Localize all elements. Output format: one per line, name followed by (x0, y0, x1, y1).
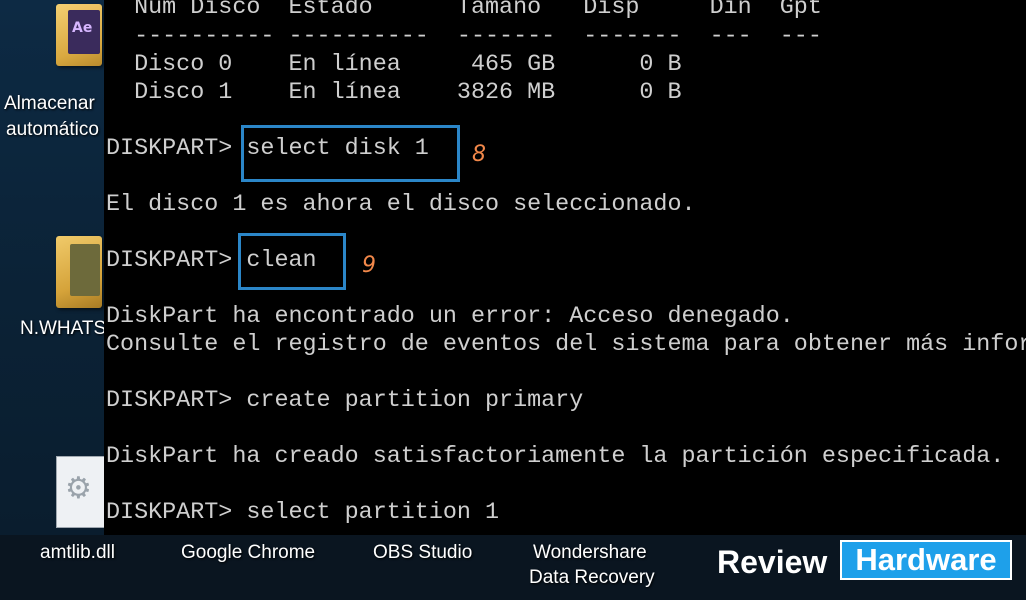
dll-file-icon[interactable]: ⚙ (56, 456, 106, 528)
table-row: Disco 0 En línea 465 GB 0 B (106, 52, 682, 78)
desktop-icon-wondershare[interactable]: Wondershare (533, 541, 647, 565)
gear-icon: ⚙ (65, 471, 92, 506)
highlight-box-clean (238, 233, 346, 290)
desktop-icon-obs-studio[interactable]: OBS Studio (373, 541, 472, 565)
highlight-box-select-disk (241, 125, 460, 182)
desktop-icon-label[interactable]: N.WHATS (20, 318, 106, 340)
folder-icon[interactable] (56, 236, 102, 308)
console-output-line: El disco 1 es ahora el disco seleccionad… (106, 192, 696, 218)
console-command-line: DISKPART> create partition primary (106, 388, 584, 414)
ae-badge: Ae (72, 20, 93, 36)
cmd-console-window[interactable]: Núm Disco Estado Tamaño Disp Din Gpt ---… (104, 0, 1026, 535)
desktop-icon-label[interactable]: Almacenar (4, 93, 95, 115)
console-output-line: Consulte el registro de eventos del sist… (106, 332, 1026, 358)
desktop-icon-wondershare-line2[interactable]: Data Recovery (529, 566, 655, 590)
table-separator: ---------- ---------- ------- ------- --… (106, 24, 822, 50)
table-row: Disco 1 En línea 3826 MB 0 B (106, 80, 682, 106)
step-annotation-8: 8 (472, 142, 486, 167)
after-effects-folder-icon[interactable]: Ae (56, 4, 102, 66)
desktop-area: Ae Almacenar automático N.WHATS ⚙ (0, 0, 106, 535)
desktop-icon-google-chrome[interactable]: Google Chrome (181, 541, 315, 565)
table-header: Núm Disco Estado Tamaño Disp Din Gpt (106, 0, 822, 21)
watermark-review: Review (717, 544, 828, 580)
console-output-line: DiskPart ha encontrado un error: Acceso … (106, 304, 794, 330)
step-annotation-9: 9 (362, 253, 376, 278)
desktop-icon-label[interactable]: automático (6, 119, 99, 141)
console-output-line: DiskPart ha creado satisfactoriamente la… (106, 444, 1005, 470)
desktop-icon-amtlib[interactable]: amtlib.dll (40, 541, 115, 565)
watermark-hardware: Hardware (840, 540, 1012, 580)
console-command-line: DISKPART> select partition 1 (106, 500, 500, 526)
